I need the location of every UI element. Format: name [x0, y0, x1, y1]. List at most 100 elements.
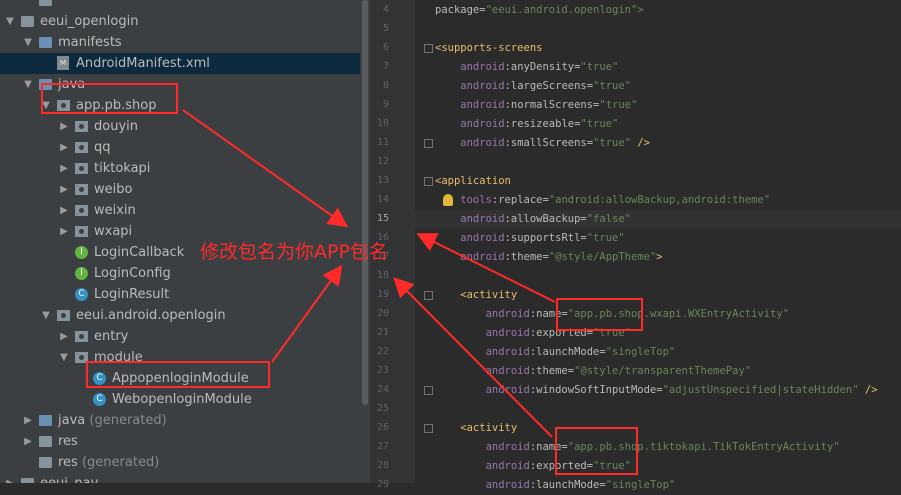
tree-item[interactable]: ▶ tiktokapi	[0, 158, 360, 179]
package-icon	[57, 310, 70, 321]
code-line[interactable]: package="eeui.android.openlogin">	[435, 1, 644, 20]
code-line[interactable]: <supports-screens	[435, 39, 542, 58]
tree-item[interactable]: ▶ eeui_pay	[0, 473, 360, 483]
expand-arrow-icon[interactable]: ▼	[40, 305, 52, 326]
package-icon	[75, 163, 88, 174]
tree-item[interactable]: ▼ manifests	[0, 32, 360, 53]
collapse-arrow-icon[interactable]: ▶	[58, 200, 70, 221]
xml-file-icon: M	[57, 56, 69, 70]
code-line[interactable]: android:allowBackup="false"	[435, 210, 631, 229]
code-line[interactable]: android:normalScreens="true"	[435, 96, 637, 115]
package-icon	[75, 226, 88, 237]
code-line[interactable]: android:theme="@style/AppTheme">	[435, 248, 662, 267]
tree-item[interactable]: ▶ qq	[0, 137, 360, 158]
line-number: 24	[376, 384, 389, 395]
tree-item[interactable]: ▶ res	[0, 431, 360, 452]
folder-icon	[39, 436, 52, 447]
line-number: 20	[376, 308, 389, 319]
collapse-arrow-icon[interactable]: ▶	[22, 410, 34, 431]
fold-toggle-icon[interactable]	[424, 139, 433, 148]
tree-item[interactable]: C WebopenloginModule	[0, 389, 360, 410]
tree-item[interactable]	[0, 0, 360, 11]
code-line[interactable]: android:resizeable="true"	[435, 115, 618, 134]
line-number: 7	[382, 61, 389, 72]
fold-toggle-icon[interactable]	[424, 44, 433, 53]
expand-arrow-icon[interactable]: ▼	[58, 347, 70, 368]
collapse-arrow-icon[interactable]: ▶	[22, 431, 34, 452]
tree-item[interactable]: ▶ entry	[0, 326, 360, 347]
tree-item-label: LoginCallback	[94, 245, 185, 260]
fold-toggle-icon[interactable]	[424, 177, 433, 186]
code-line[interactable]: android:largeScreens="true"	[435, 77, 631, 96]
tree-item[interactable]: ▶ weibo	[0, 179, 360, 200]
tree-item[interactable]: ▶ douyin	[0, 116, 360, 137]
tree-item-suffix: (generated)	[77, 455, 160, 470]
code-line[interactable]: tools:replace="android:allowBackup,andro…	[435, 191, 770, 210]
tree-item-label: LoginConfig	[94, 266, 171, 281]
tree-item[interactable]: ▶ weixin	[0, 200, 360, 221]
class-icon: C	[75, 288, 88, 301]
folder-icon	[39, 0, 52, 6]
package-icon	[75, 205, 88, 216]
tree-item-label: douyin	[94, 119, 138, 134]
tree-item[interactable]: ▶ java (generated)	[0, 410, 360, 431]
line-number: 10	[376, 118, 389, 129]
tree-item[interactable]: C LoginResult	[0, 284, 360, 305]
line-number: 26	[376, 422, 389, 433]
line-number: 21	[376, 327, 389, 338]
tree-item-label: wxapi	[94, 224, 133, 239]
tree-scrollbar[interactable]	[362, 0, 368, 405]
package-icon	[75, 142, 88, 153]
line-number: 15	[376, 213, 389, 224]
tree-item-label: weixin	[94, 203, 136, 218]
collapse-arrow-icon[interactable]: ▶	[4, 473, 16, 483]
fold-toggle-icon[interactable]	[424, 424, 433, 433]
interface-icon: I	[75, 246, 88, 259]
collapse-arrow-icon[interactable]: ▶	[58, 179, 70, 200]
expand-arrow-icon[interactable]: ▼	[22, 32, 34, 53]
tree-item[interactable]: res (generated)	[0, 452, 360, 473]
tree-item-label: eeui_pay	[40, 473, 98, 483]
lightbulb-icon[interactable]	[443, 194, 453, 206]
code-line[interactable]: android:launchMode="singleTop"	[435, 476, 676, 495]
tree-item-label: weibo	[94, 182, 133, 197]
tree-item[interactable]: ▼ eeui_openlogin	[0, 11, 360, 32]
tree-item-label: res	[58, 434, 78, 449]
tree-item-label: AndroidManifest.xml	[76, 56, 210, 71]
tree-item-label: java (generated)	[58, 413, 167, 428]
expand-arrow-icon[interactable]: ▼	[22, 74, 34, 95]
folder-icon	[21, 478, 34, 483]
expand-arrow-icon[interactable]: ▼	[4, 11, 16, 32]
tree-item[interactable]: ▼ eeui.android.openlogin	[0, 305, 360, 326]
code-line[interactable]: android:supportsRtl="true"	[435, 229, 624, 248]
fold-toggle-icon[interactable]	[424, 386, 433, 395]
tree-item-label: entry	[94, 329, 129, 344]
code-line[interactable]: android:smallScreens="true" />	[435, 134, 650, 153]
interface-icon: I	[75, 267, 88, 280]
line-number: 14	[376, 194, 389, 205]
code-line[interactable]: <activity	[435, 286, 517, 305]
line-number: 11	[376, 137, 389, 148]
tree-item-label: eeui_openlogin	[40, 14, 139, 29]
tree-item[interactable]: M AndroidManifest.xml	[0, 53, 360, 74]
code-line[interactable]: android:windowSoftInputMode="adjustUnspe…	[435, 381, 878, 400]
fold-toggle-icon[interactable]	[424, 291, 433, 300]
code-line[interactable]: android:anyDensity="true"	[435, 58, 618, 77]
tree-item[interactable]: I LoginConfig	[0, 263, 360, 284]
tree-item-label: WebopenloginModule	[112, 392, 252, 407]
code-line[interactable]: <application	[435, 172, 511, 191]
line-number: 18	[376, 270, 389, 281]
code-line[interactable]: <activity	[435, 419, 517, 438]
collapse-arrow-icon[interactable]: ▶	[58, 158, 70, 179]
class-icon: C	[93, 393, 106, 406]
collapse-arrow-icon[interactable]: ▶	[58, 221, 70, 242]
line-number: 6	[382, 42, 389, 53]
line-number: 4	[382, 4, 389, 15]
collapse-arrow-icon[interactable]: ▶	[58, 326, 70, 347]
code-line[interactable]: android:theme="@style/transparentThemePa…	[435, 362, 752, 381]
code-line[interactable]: android:launchMode="singleTop"	[435, 343, 676, 362]
line-number: 13	[376, 175, 389, 186]
folder-icon	[39, 457, 52, 468]
collapse-arrow-icon[interactable]: ▶	[58, 137, 70, 158]
collapse-arrow-icon[interactable]: ▶	[58, 116, 70, 137]
